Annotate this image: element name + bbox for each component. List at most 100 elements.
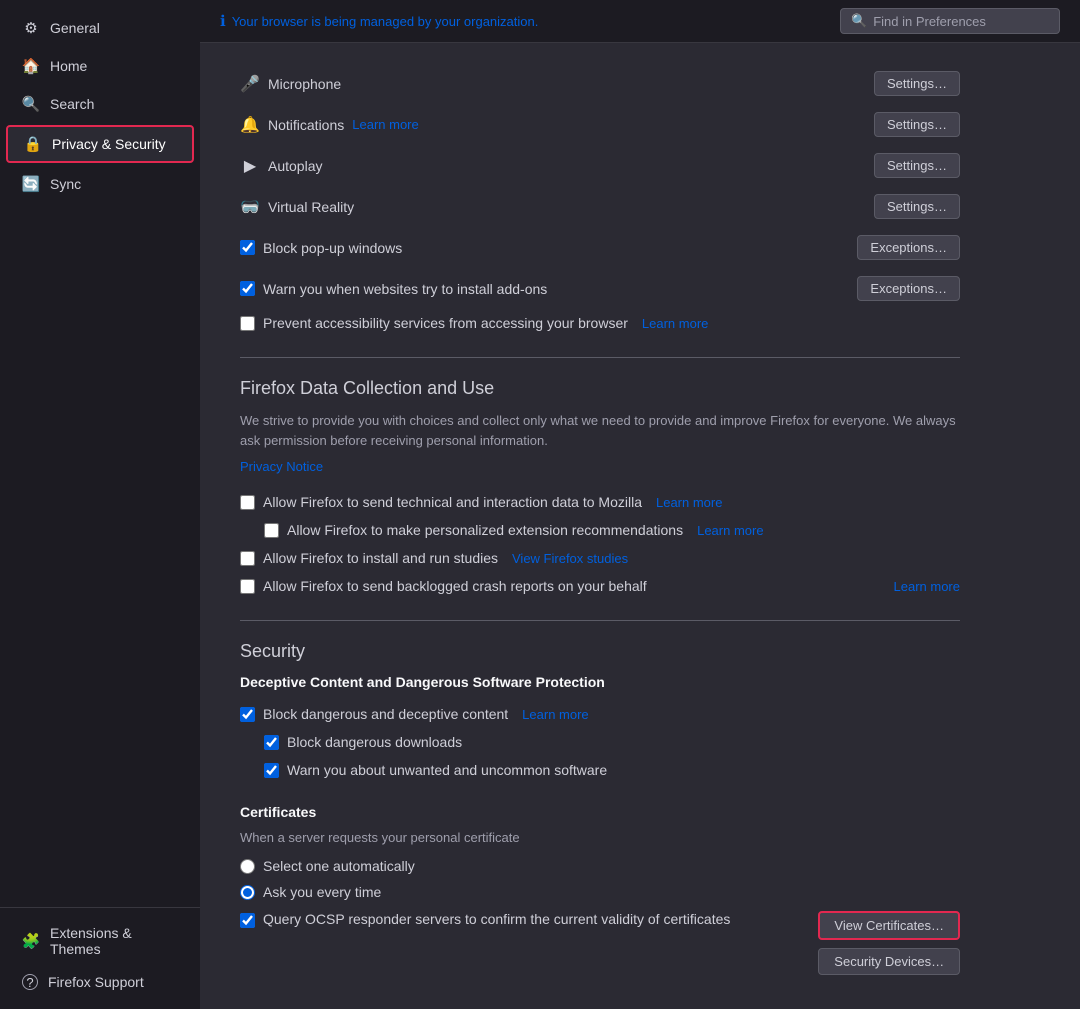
ask-every-time-label: Ask you every time <box>263 884 381 900</box>
select-auto-label: Select one automatically <box>263 858 415 874</box>
crash-reports-label: Allow Firefox to send backlogged crash r… <box>263 578 647 594</box>
warn-addons-checkbox[interactable] <box>240 281 255 296</box>
security-heading: Security <box>240 641 960 662</box>
lock-icon: 🔒 <box>24 135 42 153</box>
personalized-ext-row: Allow Firefox to make personalized exten… <box>264 516 960 544</box>
puzzle-icon: 🧩 <box>22 932 40 950</box>
block-popups-row: Block pop-up windows Exceptions… <box>240 227 960 268</box>
info-icon: ℹ <box>220 12 226 30</box>
sidebar-item-home[interactable]: 🏠 Home <box>6 49 194 83</box>
block-dangerous-label: Block dangerous and deceptive content <box>263 706 508 722</box>
notif-icon: 🔔 <box>240 115 260 135</box>
vr-icon: 🥽 <box>240 197 260 217</box>
search-icon-topbar: 🔍 <box>851 13 867 29</box>
block-dangerous-learn-more-link[interactable]: Learn more <box>522 707 588 722</box>
warn-addons-row: Warn you when websites try to install ad… <box>240 268 960 309</box>
block-popups-exceptions-button[interactable]: Exceptions… <box>857 235 960 260</box>
warn-addons-checkbox-row: Warn you when websites try to install ad… <box>240 281 547 297</box>
sidebar-label-search: Search <box>50 96 94 112</box>
block-dangerous-checkbox[interactable] <box>240 707 255 722</box>
ocsp-left: Query OCSP responder servers to confirm … <box>240 911 798 928</box>
prevent-accessibility-learn-more-link[interactable]: Learn more <box>642 316 708 331</box>
warn-unwanted-checkbox[interactable] <box>264 763 279 778</box>
sidebar-label-support: Firefox Support <box>48 974 144 990</box>
topbar: ℹ Your browser is being managed by your … <box>200 0 1080 43</box>
select-auto-radio[interactable] <box>240 859 255 874</box>
search-input[interactable] <box>873 14 1049 29</box>
send-technical-learn-more-link[interactable]: Learn more <box>656 495 722 510</box>
view-firefox-studies-link[interactable]: View Firefox studies <box>512 551 628 566</box>
notifications-learn-more-link[interactable]: Learn more <box>352 117 418 132</box>
warn-unwanted-label: Warn you about unwanted and uncommon sof… <box>287 762 607 778</box>
autoplay-label: ▶ Autoplay <box>240 156 322 176</box>
virtual-reality-row: 🥽 Virtual Reality Settings… <box>240 186 960 227</box>
managed-text: Your browser is being managed by your or… <box>232 14 539 29</box>
warn-addons-exceptions-button[interactable]: Exceptions… <box>857 276 960 301</box>
block-popups-checkbox[interactable] <box>240 240 255 255</box>
divider-1 <box>240 357 960 358</box>
autoplay-row: ▶ Autoplay Settings… <box>240 145 960 186</box>
sidebar-item-sync[interactable]: 🔄 Sync <box>6 167 194 201</box>
cert-buttons: View Certificates… Security Devices… <box>818 911 960 975</box>
send-technical-checkbox[interactable] <box>240 495 255 510</box>
block-downloads-checkbox[interactable] <box>264 735 279 750</box>
personalized-ext-learn-more-link[interactable]: Learn more <box>697 523 763 538</box>
send-technical-checkbox-row: Allow Firefox to send technical and inte… <box>240 488 960 516</box>
ask-every-time-radio[interactable] <box>240 885 255 900</box>
crash-reports-learn-more-link[interactable]: Learn more <box>894 579 960 594</box>
ocsp-label: Query OCSP responder servers to confirm … <box>263 911 730 927</box>
sidebar-item-general[interactable]: ⚙ General <box>6 11 194 45</box>
send-technical-label: Allow Firefox to send technical and inte… <box>263 494 642 510</box>
ocsp-checkbox[interactable] <box>240 913 255 928</box>
prevent-accessibility-row: Prevent accessibility services from acce… <box>240 309 960 337</box>
block-downloads-label: Block dangerous downloads <box>287 734 462 750</box>
personalized-ext-label: Allow Firefox to make personalized exten… <box>287 522 683 538</box>
microphone-settings-button[interactable]: Settings… <box>874 71 960 96</box>
gear-icon: ⚙ <box>22 19 40 37</box>
sidebar-item-extensions[interactable]: 🧩 Extensions & Themes <box>6 917 194 965</box>
send-technical-row: Allow Firefox to send technical and inte… <box>240 488 960 544</box>
notifications-label: 🔔 Notifications Learn more <box>240 115 419 135</box>
sync-icon: 🔄 <box>22 175 40 193</box>
sidebar-label-sync: Sync <box>50 176 81 192</box>
data-collection-heading: Firefox Data Collection and Use <box>240 378 960 399</box>
home-icon: 🏠 <box>22 57 40 75</box>
certificates-section: Certificates When a server requests your… <box>240 804 960 981</box>
ocsp-row: Query OCSP responder servers to confirm … <box>240 905 960 981</box>
search-box[interactable]: 🔍 <box>840 8 1060 34</box>
view-certificates-button[interactable]: View Certificates… <box>818 911 960 940</box>
microphone-row: 🎤 Microphone Settings… <box>240 63 960 104</box>
crash-reports-row: Allow Firefox to send backlogged crash r… <box>240 572 960 600</box>
prevent-accessibility-checkbox[interactable] <box>240 316 255 331</box>
sidebar-label-privacy: Privacy & Security <box>52 136 166 152</box>
radio-ask-every-time-row: Ask you every time <box>240 879 960 905</box>
autoplay-settings-button[interactable]: Settings… <box>874 153 960 178</box>
prevent-accessibility-label: Prevent accessibility services from acce… <box>263 315 628 331</box>
sidebar-item-support[interactable]: ? Firefox Support <box>6 966 194 998</box>
block-dangerous-row: Block dangerous and deceptive content Le… <box>240 700 960 728</box>
warn-addons-label: Warn you when websites try to install ad… <box>263 281 547 297</box>
sidebar-label-general: General <box>50 20 100 36</box>
install-studies-checkbox[interactable] <box>240 551 255 566</box>
deceptive-subheading: Deceptive Content and Dangerous Software… <box>240 674 960 690</box>
security-devices-button[interactable]: Security Devices… <box>818 948 960 975</box>
block-downloads-row: Block dangerous downloads <box>264 728 960 756</box>
install-studies-row: Allow Firefox to install and run studies… <box>240 544 960 572</box>
help-icon: ? <box>22 974 38 990</box>
warn-unwanted-row: Warn you about unwanted and uncommon sof… <box>264 756 960 784</box>
certificates-desc: When a server requests your personal cer… <box>240 830 960 845</box>
vr-settings-button[interactable]: Settings… <box>874 194 960 219</box>
mic-icon: 🎤 <box>240 74 260 94</box>
notifications-settings-button[interactable]: Settings… <box>874 112 960 137</box>
sidebar-item-privacy[interactable]: 🔒 Privacy & Security <box>6 125 194 163</box>
sidebar-item-search[interactable]: 🔍 Search <box>6 87 194 121</box>
radio-select-auto-row: Select one automatically <box>240 853 960 879</box>
privacy-notice-link[interactable]: Privacy Notice <box>240 459 323 474</box>
personalized-ext-checkbox[interactable] <box>264 523 279 538</box>
crash-reports-checkbox[interactable] <box>240 579 255 594</box>
search-icon: 🔍 <box>22 95 40 113</box>
vr-label: 🥽 Virtual Reality <box>240 197 354 217</box>
block-popups-label: Block pop-up windows <box>263 240 402 256</box>
preferences-content: 🎤 Microphone Settings… 🔔 Notifications L… <box>200 43 1000 1009</box>
main-content: ℹ Your browser is being managed by your … <box>200 0 1080 1009</box>
